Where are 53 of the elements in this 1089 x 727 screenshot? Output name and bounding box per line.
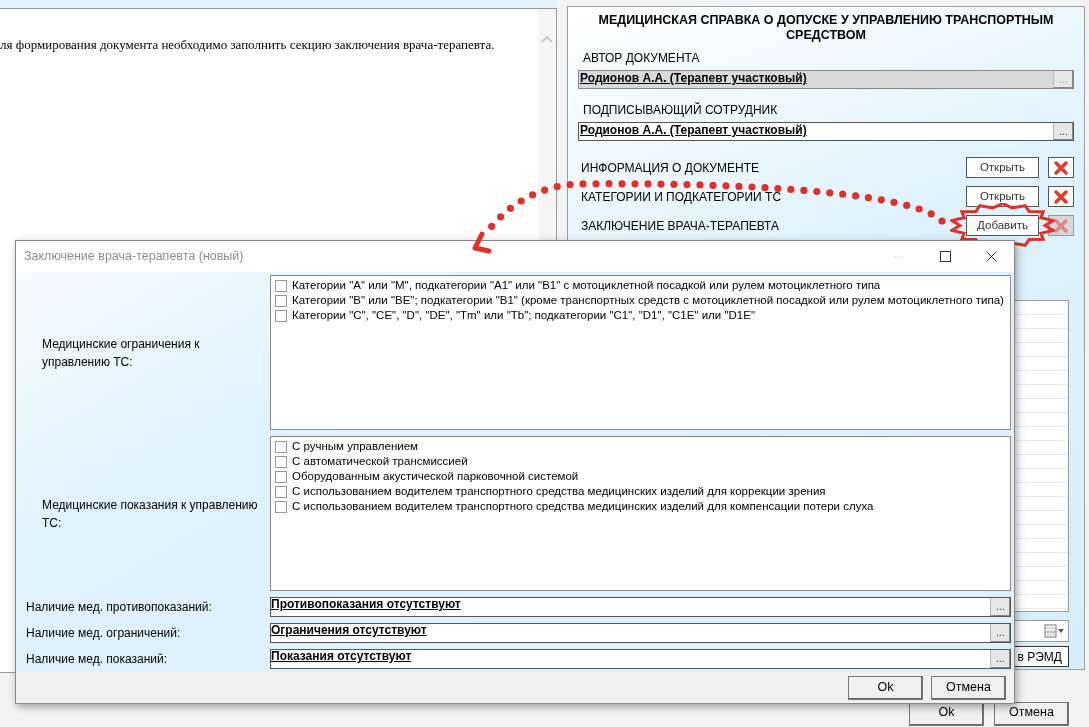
section-button[interactable]: Открыть <box>966 186 1039 207</box>
message-text: ля формирования документа необходимо заполнить секцию заключения врача-терапевта. <box>0 36 495 54</box>
lookup-field[interactable]: Показания отсутствуют ... <box>270 649 1011 669</box>
calendar-icon <box>1044 624 1065 638</box>
dialog-button[interactable]: Отмена <box>931 675 1006 700</box>
lookup-field[interactable]: Противопоказания отсутствуют ... <box>270 597 1011 617</box>
scroll-up-icon[interactable] <box>541 35 553 44</box>
dialog-title: Заключение врача-терапевта (новый) <box>24 248 245 266</box>
option-label: Оборудованным акустической парковочной системой <box>292 469 579 484</box>
delete-icon <box>1053 217 1069 234</box>
ellipsis-button[interactable]: ... <box>990 598 1010 616</box>
checkbox[interactable] <box>275 485 287 498</box>
section-label: ЗАКЛЮЧЕНИЕ ВРАЧА-ТЕРАПЕВТА <box>581 217 780 235</box>
lookup-field[interactable]: Ограничения отсутствуют ... <box>270 623 1011 643</box>
checkbox[interactable] <box>275 440 287 453</box>
checkbox[interactable] <box>275 500 287 513</box>
dialog-button[interactable]: Ok <box>848 675 923 700</box>
option-label: Категории "A" или "M", подкатегории "A1" или "B1" с мотоциклетной посадкой или рулем мотоциклетного типа <box>292 278 881 293</box>
dialog-button[interactable]: Отмена <box>994 702 1069 726</box>
section-button[interactable]: Открыть <box>966 157 1039 178</box>
ellipsis-button[interactable]: ... <box>990 650 1010 668</box>
panel-title: МЕДИЦИНСКАЯ СПРАВКА О ДОПУСКЕ У УПРАВЛЕНИЮ ТРАНСПОРТНЫМ СРЕДСТВОМ <box>597 13 1055 43</box>
option-label: Категории "C", "CE", "D", "DE", "Tm" или "Tb"; подкатегории "C1", "D1", "C1E" или "D1E" <box>292 308 755 323</box>
field-label: АВТОР ДОКУМЕНТА <box>583 50 701 67</box>
delete-button[interactable] <box>1048 186 1074 207</box>
checkbox[interactable] <box>275 455 287 468</box>
close-icon[interactable] <box>985 251 997 262</box>
option-label: С использованием водителем транспортного средства медицинских изделий для компенсации потери слуха <box>292 499 874 514</box>
option-label: С использованием водителем транспортного средства медицинских изделий для коррекции зрения <box>292 484 826 499</box>
delete-icon <box>1053 188 1069 205</box>
group-label: Медицинские показания к управлению ТС: <box>42 496 259 532</box>
delete-button[interactable] <box>1048 157 1074 178</box>
dialog-button[interactable]: Ok <box>909 702 984 726</box>
field-label: Наличие мед. противопоказаний: <box>26 599 212 616</box>
section-label: КАТЕГОРИИ И ПОДКАТЕГОРИИ ТС <box>581 188 783 206</box>
group-label: Медицинские ограничения к управлению ТС: <box>42 335 201 371</box>
checkbox[interactable] <box>275 470 287 483</box>
section-label: ИНФОРМАЦИЯ О ДОКУМЕНТЕ <box>581 159 760 177</box>
checkbox[interactable] <box>275 309 287 322</box>
ellipsis-button[interactable]: ... <box>1053 123 1073 140</box>
maximize-icon[interactable] <box>939 251 951 262</box>
field-label: ПОДПИСЫВАЮЩИЙ СОТРУДНИК <box>583 101 779 119</box>
option-label: Категории "B" или "BE"; подкатегории "B1" (кроме транспортных средств с мотоциклетной посадкой или рулем мотоциклетного типа) <box>292 293 1004 308</box>
ellipsis-button[interactable]: ... <box>990 624 1010 642</box>
field-label: Наличие мед. показаний: <box>26 651 168 668</box>
checkbox[interactable] <box>275 294 287 307</box>
option-label: С автоматической трансмиссией <box>292 454 468 469</box>
checkbox[interactable] <box>275 279 287 292</box>
delete-icon <box>1053 159 1069 176</box>
section-button[interactable]: Добавить <box>966 215 1039 236</box>
field-label: Наличие мед. ограничений: <box>26 625 181 642</box>
lookup-field[interactable]: Родионов А.А. (Терапевт участковый) ... <box>578 122 1074 141</box>
option-label: С ручным управлением <box>292 439 419 454</box>
